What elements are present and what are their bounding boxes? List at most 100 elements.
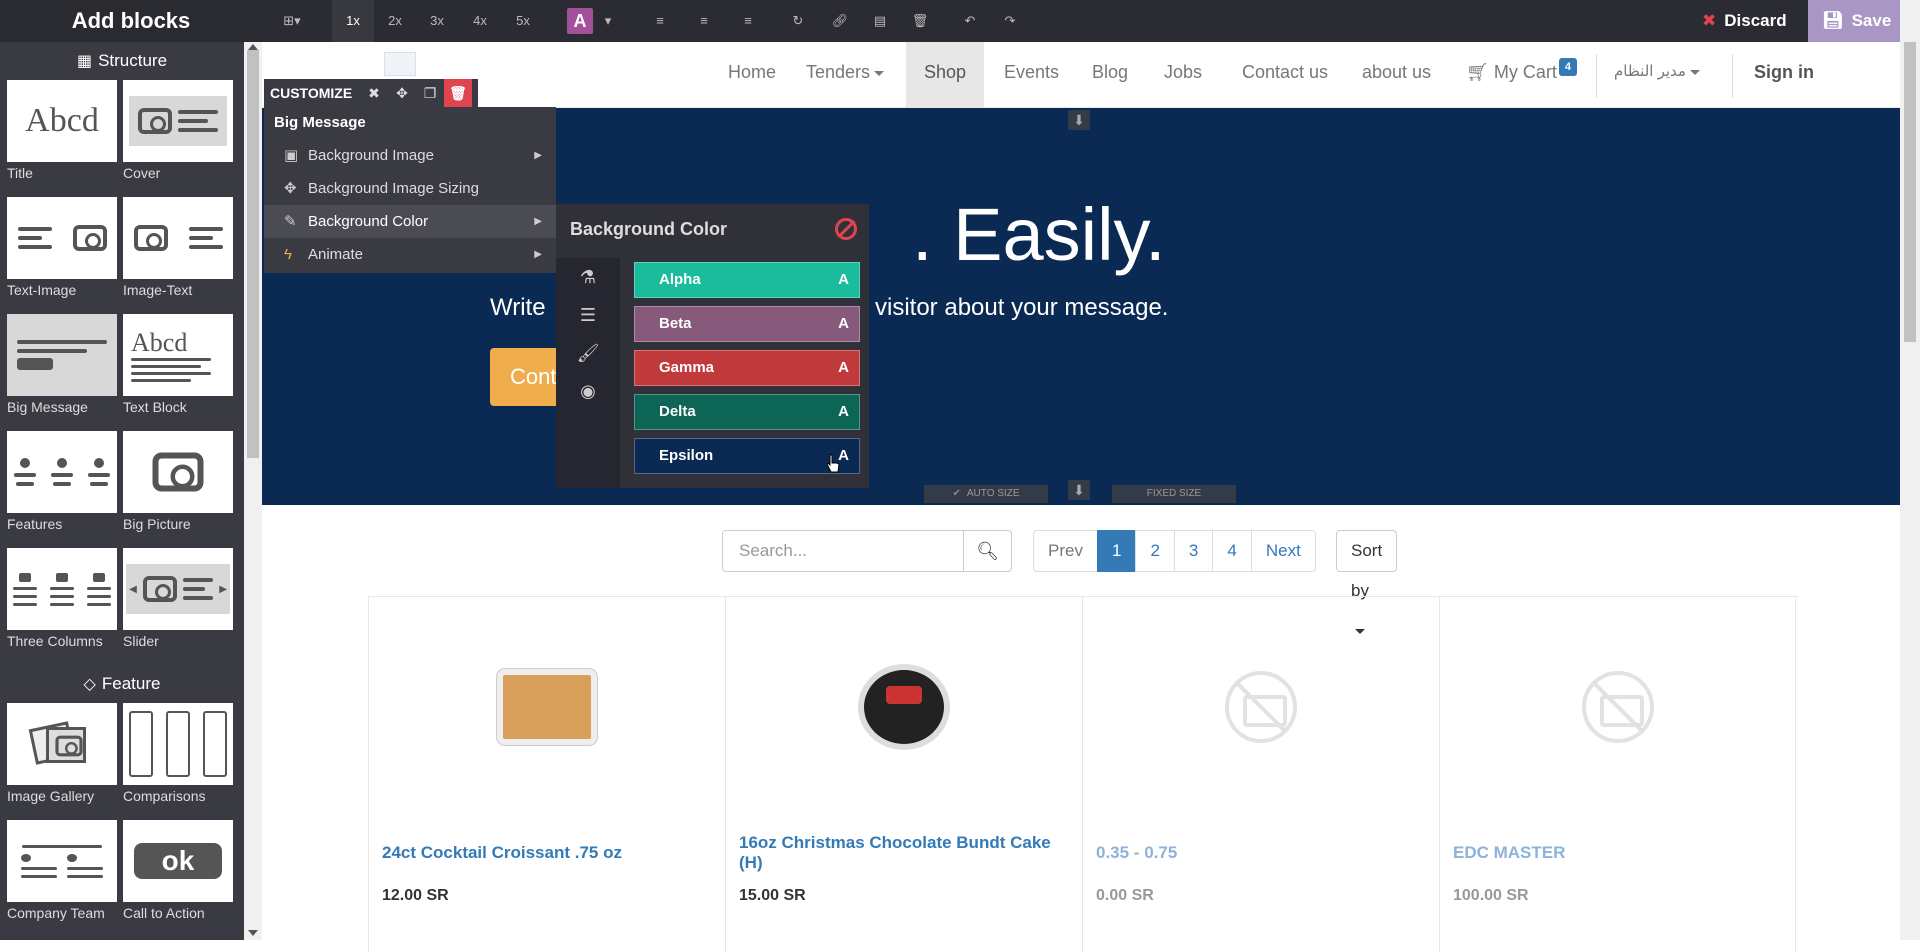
- zoom-5x-button[interactable]: 5x: [502, 0, 544, 42]
- block-cover[interactable]: Cover: [123, 80, 233, 197]
- block-three-columns[interactable]: Three Columns: [7, 548, 117, 665]
- site-logo[interactable]: [384, 52, 416, 76]
- nav-about-us[interactable]: about us: [1354, 42, 1439, 108]
- menu-background-image-sizing[interactable]: ✥ Background Image Sizing: [264, 172, 556, 205]
- block-image-text[interactable]: Image-Text: [123, 197, 233, 314]
- nav-home[interactable]: Home: [720, 42, 784, 108]
- banner-subtitle[interactable]: Write visitor about your message.: [490, 294, 1168, 322]
- nav-events[interactable]: Events: [996, 42, 1067, 108]
- nav-contact-us[interactable]: Contact us: [1234, 42, 1336, 108]
- block-call-to-action[interactable]: ok Call to Action: [123, 820, 233, 937]
- link-icon[interactable]: 🔗︎: [826, 0, 854, 42]
- redo-icon[interactable]: ↷: [996, 0, 1024, 42]
- swatch-delta[interactable]: Delta A: [634, 394, 860, 430]
- eye-slash-icon[interactable]: ◉: [556, 372, 620, 410]
- font-color-button[interactable]: A: [567, 8, 593, 34]
- reset-color-icon[interactable]: [835, 218, 857, 240]
- delete-icon[interactable]: 🗑︎: [444, 79, 472, 107]
- block-slider[interactable]: ◀ ▶ Slider: [123, 548, 233, 665]
- database-icon[interactable]: ☰: [556, 296, 620, 334]
- sidebar-scrollbar[interactable]: [244, 42, 262, 940]
- hand-cursor-icon: [826, 454, 840, 473]
- banner-title[interactable]: . Easily.: [912, 192, 1166, 277]
- product-name[interactable]: EDC MASTER: [1453, 843, 1783, 863]
- nav-shop[interactable]: Shop: [906, 42, 984, 108]
- page-scrollbar[interactable]: [1900, 0, 1920, 940]
- product-card[interactable]: 16oz Christmas Chocolate Bundt Cake (H) …: [725, 597, 1082, 952]
- nav-user-menu[interactable]: مدير النظام: [1606, 42, 1708, 108]
- pager-page-1[interactable]: 1: [1096, 530, 1137, 572]
- duplicate-icon[interactable]: ❐: [416, 79, 444, 107]
- pager-page-3[interactable]: 3: [1173, 530, 1214, 572]
- drop-arrow-icon[interactable]: ⬇: [1068, 110, 1090, 130]
- align-left-icon[interactable]: ≡: [646, 0, 674, 42]
- brush-icon[interactable]: 🖌︎: [556, 334, 620, 372]
- trash-icon[interactable]: 🗑︎: [906, 0, 934, 42]
- block-image-gallery[interactable]: Image Gallery: [7, 703, 117, 820]
- diamond-icon: ◇: [83, 676, 96, 693]
- product-name[interactable]: 0.35 - 0.75: [1096, 843, 1426, 863]
- swatch-beta[interactable]: Beta A: [634, 306, 860, 342]
- zoom-2x-button[interactable]: 2x: [374, 0, 416, 42]
- product-card[interactable]: EDC MASTER 100.00 SR: [1439, 597, 1796, 952]
- product-image[interactable]: [497, 669, 597, 745]
- search-input[interactable]: Search...: [722, 530, 964, 572]
- menu-background-image[interactable]: ▣ Background Image ▶: [264, 139, 556, 172]
- search-button[interactable]: 🔍︎: [964, 530, 1012, 572]
- th-large-icon: ▦: [76, 53, 93, 70]
- block-big-picture[interactable]: Big Picture: [123, 431, 233, 548]
- pager-page-4[interactable]: 4: [1212, 530, 1252, 572]
- customize-button[interactable]: CUSTOMIZE: [270, 79, 352, 107]
- nav-my-cart[interactable]: 🛒︎ My Cart 4: [1458, 42, 1585, 108]
- camera-icon: [142, 576, 177, 602]
- page-scroll-thumb[interactable]: [1904, 42, 1916, 342]
- menu-animate[interactable]: ϟ Animate ▶: [264, 238, 556, 271]
- move-icon[interactable]: ✥: [388, 79, 416, 107]
- nav-sign-in[interactable]: Sign in: [1746, 42, 1822, 108]
- block-big-message[interactable]: Big Message: [7, 314, 117, 431]
- product-name[interactable]: 16oz Christmas Chocolate Bundt Cake (H): [739, 833, 1069, 873]
- undo-icon[interactable]: ↶: [956, 0, 984, 42]
- nav-blog[interactable]: Blog: [1084, 42, 1136, 108]
- discard-button[interactable]: ✖ Discard: [1690, 0, 1808, 42]
- block-title[interactable]: Abcd Title: [7, 80, 117, 197]
- swatch-gamma[interactable]: Gamma A: [634, 350, 860, 386]
- zoom-3x-button[interactable]: 3x: [416, 0, 458, 42]
- block-text-image[interactable]: Text-Image: [7, 197, 117, 314]
- block-company-team[interactable]: Company Team: [7, 820, 117, 937]
- nav-jobs[interactable]: Jobs: [1156, 42, 1210, 108]
- refresh-icon[interactable]: ↻: [784, 0, 812, 42]
- auto-size-button[interactable]: ✔ AUTO SIZE: [924, 485, 1048, 503]
- zoom-1x-button[interactable]: 1x: [332, 0, 374, 42]
- menu-background-color[interactable]: ✎ Background Color ▶: [264, 205, 556, 238]
- product-card[interactable]: 0.35 - 0.75 0.00 SR: [1082, 597, 1439, 952]
- scroll-down-arrow-icon[interactable]: [248, 930, 258, 936]
- block-comparisons[interactable]: Comparisons: [123, 703, 233, 820]
- pager-next[interactable]: Next: [1250, 530, 1316, 572]
- product-card[interactable]: 24ct Cocktail Croissant .75 oz 12.00 SR: [368, 597, 725, 952]
- sidebar-scroll-thumb[interactable]: [247, 50, 259, 458]
- sort-by-button[interactable]: Sort by: [1336, 530, 1398, 635]
- pager-page-2[interactable]: 2: [1135, 530, 1175, 572]
- caret-down-icon[interactable]: ▾: [596, 0, 620, 42]
- product-name[interactable]: 24ct Cocktail Croissant .75 oz: [382, 843, 712, 863]
- camera-icon: [72, 225, 107, 251]
- block-text-block[interactable]: Abcd Text Block: [123, 314, 233, 431]
- align-center-icon[interactable]: ≡: [690, 0, 718, 42]
- close-icon[interactable]: ✖: [360, 79, 388, 107]
- swatch-alpha[interactable]: Alpha A: [634, 262, 860, 298]
- no-photo-icon[interactable]: [1225, 671, 1297, 743]
- pager-prev[interactable]: Prev: [1033, 530, 1098, 572]
- customize-menu-title: Big Message: [274, 114, 366, 131]
- image-file-icon[interactable]: ▤: [866, 0, 894, 42]
- align-right-icon[interactable]: ≡: [734, 0, 762, 42]
- table-icon[interactable]: ⊞▾: [274, 0, 310, 42]
- drop-arrow-icon[interactable]: ⬇: [1068, 480, 1090, 500]
- product-image[interactable]: [858, 664, 950, 750]
- zoom-4x-button[interactable]: 4x: [459, 0, 501, 42]
- block-features[interactable]: Features: [7, 431, 117, 548]
- no-photo-icon[interactable]: [1581, 671, 1654, 743]
- flask-icon[interactable]: ⚗: [556, 258, 620, 296]
- nav-tenders[interactable]: Tenders: [798, 42, 892, 108]
- fixed-size-button[interactable]: FIXED SIZE: [1112, 485, 1236, 503]
